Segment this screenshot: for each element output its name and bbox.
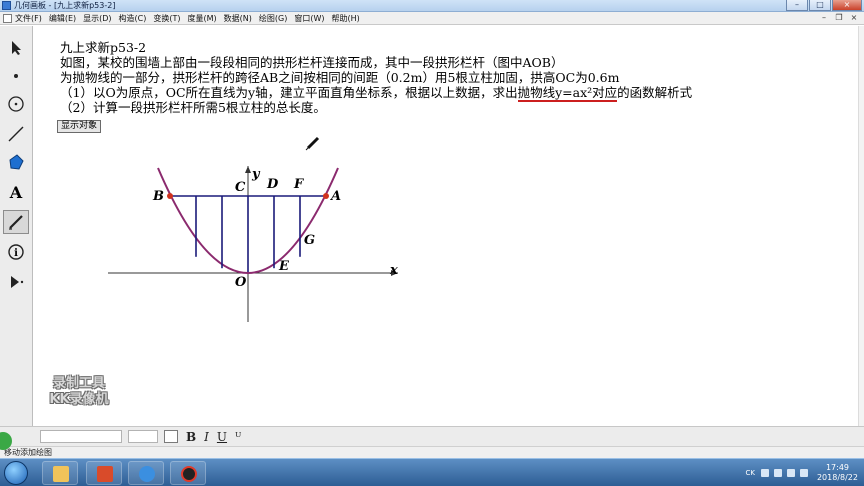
line-tool[interactable]: [3, 122, 29, 146]
font-size-select[interactable]: [128, 430, 158, 443]
start-button[interactable]: [4, 461, 28, 485]
info-tool[interactable]: i: [3, 240, 29, 264]
title-bar: 几何画板 - [九上求新p53-2] – □ ×: [0, 0, 864, 12]
menu-bar: 文件(F) 编辑(E) 显示(D) 构造(C) 变换(T) 度量(M) 数据(N…: [0, 12, 864, 25]
text-color-swatch[interactable]: [164, 430, 178, 443]
label-b: B: [152, 189, 164, 204]
underline-button[interactable]: U: [217, 430, 227, 444]
label-f: F: [293, 177, 304, 192]
menu-graph[interactable]: 绘图(G): [259, 13, 287, 24]
menu-transform[interactable]: 变换(T): [153, 13, 180, 24]
label-y: y: [251, 167, 261, 182]
volume-icon[interactable]: [799, 469, 808, 477]
folder-icon: [53, 466, 69, 482]
document-icon: [3, 13, 12, 23]
taskbar-explorer[interactable]: [42, 461, 78, 485]
text-tool[interactable]: A: [3, 180, 29, 204]
menu-edit[interactable]: 编辑(E): [49, 13, 76, 24]
window-controls: – □ ×: [785, 0, 862, 12]
browser-icon: [139, 466, 155, 482]
label-c: C: [235, 180, 246, 195]
pencil-icon: [9, 215, 23, 230]
info-icon: i: [8, 244, 24, 260]
doc-minimize-button[interactable]: –: [818, 13, 830, 23]
menu-file[interactable]: 文件(F): [15, 13, 42, 24]
menu-window[interactable]: 窗口(W): [294, 13, 324, 24]
doc-restore-button[interactable]: ❐: [833, 13, 845, 23]
label-x: x: [389, 263, 398, 278]
play-tools-icon: [11, 276, 24, 288]
symbol-button[interactable]: ᵁ: [235, 430, 241, 444]
window-title: 几何画板 - [九上求新p53-2]: [14, 1, 116, 10]
taskbar-powerpoint[interactable]: [86, 461, 122, 485]
y-axis-arrow-icon: [245, 166, 251, 173]
doc-close-button[interactable]: ×: [848, 13, 860, 23]
sketch-canvas[interactable]: 九上求新p53-2 如图，某校的围墙上部由一段段相同的拱形栏杆连接而成，其中一段…: [34, 26, 858, 426]
document-controls: – ❐ ×: [815, 13, 860, 23]
taskbar-ie[interactable]: [128, 461, 164, 485]
network-icon[interactable]: [786, 469, 795, 477]
clock-time: 17:49: [825, 463, 850, 472]
svg-text:i: i: [14, 248, 18, 259]
input-language[interactable]: CK: [745, 469, 754, 477]
label-o: O: [235, 275, 247, 290]
status-text: 移动添加绘图: [4, 448, 52, 457]
circle-icon: [8, 96, 24, 112]
label-a: A: [329, 189, 341, 204]
italic-button[interactable]: I: [204, 430, 209, 444]
clock[interactable]: 17:49 2018/8/22: [817, 463, 858, 483]
taskbar: CK 17:49 2018/8/22: [0, 458, 864, 486]
clock-date: 2018/8/22: [816, 473, 858, 482]
label-e: E: [278, 259, 290, 274]
pen-cursor-icon: [305, 136, 320, 151]
status-bar: 移动添加绘图: [0, 446, 864, 458]
minimize-button[interactable]: –: [786, 0, 808, 11]
menu-data[interactable]: 数据(N): [224, 13, 252, 24]
text-format-bar: B I U ᵁ: [0, 426, 864, 446]
menu-display[interactable]: 显示(D): [83, 13, 111, 24]
point-icon: [14, 74, 18, 78]
polygon-tool[interactable]: [3, 150, 29, 174]
point-b[interactable]: [167, 193, 173, 199]
app-icon: [2, 1, 11, 10]
parabola-figure: B C y D F A G E O x: [108, 136, 398, 322]
vertical-scrollbar[interactable]: [858, 26, 864, 426]
arrow-icon: [12, 41, 21, 55]
maximize-button[interactable]: □: [809, 0, 831, 11]
label-g: G: [304, 233, 315, 248]
system-tray: CK 17:49 2018/8/22: [745, 461, 858, 485]
bold-button[interactable]: B: [186, 430, 196, 444]
text-tool-icon: A: [9, 182, 23, 202]
watermark: 录制工具 KK录像机: [34, 376, 124, 408]
tray-icon-1[interactable]: [760, 469, 769, 477]
arrow-tool[interactable]: [3, 36, 29, 60]
close-button[interactable]: ×: [832, 0, 862, 11]
watermark-line-2: KK录像机: [49, 392, 109, 407]
watermark-line-1: 录制工具: [52, 376, 105, 391]
polygon-icon: [9, 154, 24, 170]
toolbox: A i: [0, 26, 33, 426]
font-family-select[interactable]: [40, 430, 122, 443]
segment-icon: [8, 126, 24, 142]
taskbar-sketchpad[interactable]: [170, 461, 206, 485]
presentation-icon: [97, 466, 113, 482]
menu-help[interactable]: 帮助(H): [332, 13, 360, 24]
menu-measure[interactable]: 度量(M): [188, 13, 217, 24]
point-tool[interactable]: [3, 64, 29, 88]
custom-tool[interactable]: [3, 270, 29, 294]
marker-tool[interactable]: [3, 210, 29, 234]
point-a[interactable]: [323, 193, 329, 199]
tray-icon-2[interactable]: [773, 469, 782, 477]
label-d: D: [266, 177, 279, 192]
compass-tool[interactable]: [3, 92, 29, 116]
menu-construct[interactable]: 构造(C): [119, 13, 147, 24]
sketchpad-icon: [181, 466, 197, 482]
